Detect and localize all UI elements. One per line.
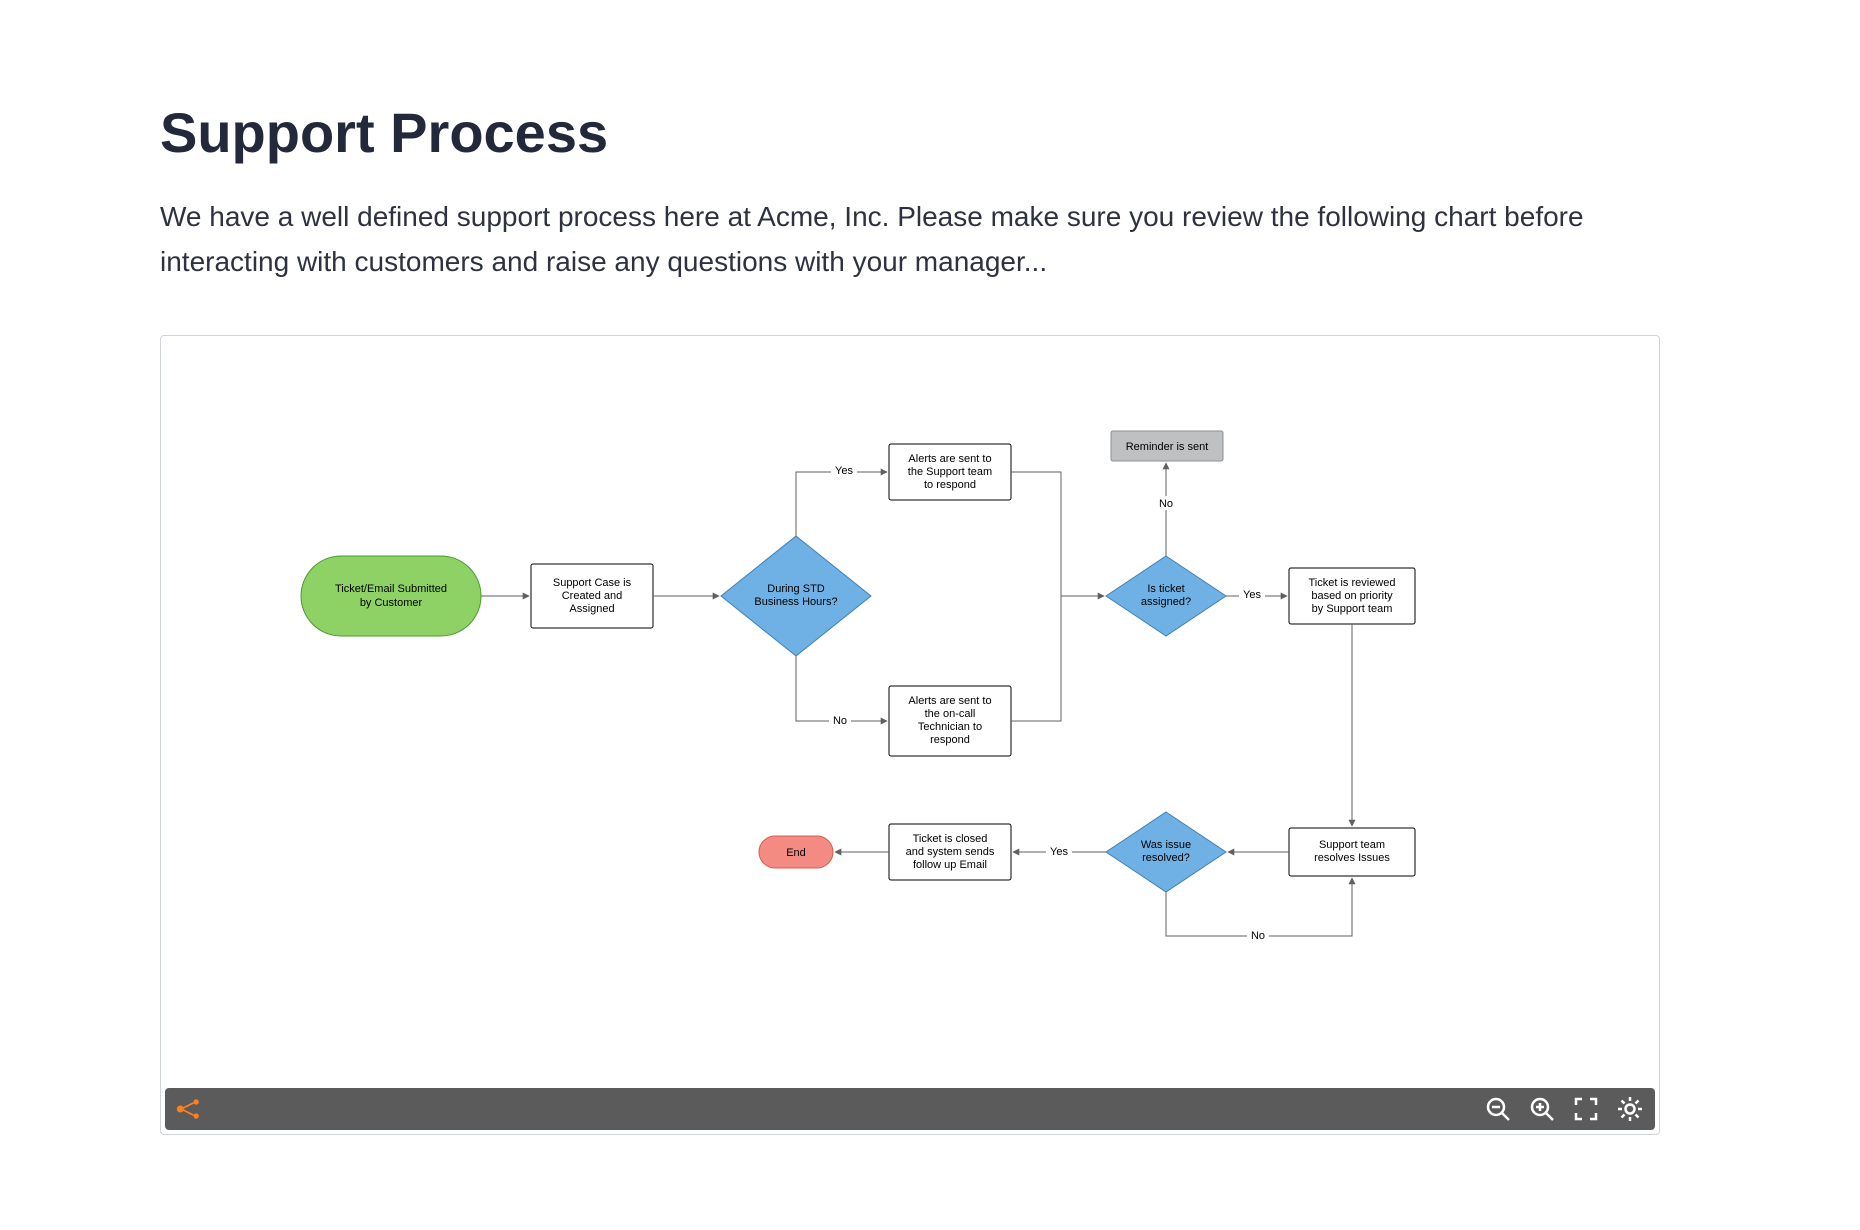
node-alerts-support-line2: the Support team xyxy=(908,466,992,478)
edge-std-yes xyxy=(796,472,887,536)
edge-wasresolved-no xyxy=(1166,878,1352,936)
node-reviewed-line1: Ticket is reviewed xyxy=(1308,577,1395,589)
page-root: Support Process We have a well defined s… xyxy=(0,0,1860,1230)
node-reminder[interactable]: Reminder is sent xyxy=(1111,431,1223,461)
node-case-created-line2: Created and xyxy=(562,590,623,602)
node-start-line2: by Customer xyxy=(360,597,423,609)
node-reminder-line1: Reminder is sent xyxy=(1126,441,1209,453)
node-alerts-oncall-line2: the on-call xyxy=(925,708,976,720)
node-reviewed[interactable]: Ticket is reviewed based on priority by … xyxy=(1289,568,1415,624)
node-closed-line1: Ticket is closed xyxy=(913,833,988,845)
node-case-created-line3: Assigned xyxy=(569,603,614,615)
node-alerts-oncall-line4: respond xyxy=(930,734,970,746)
node-case-created[interactable]: Support Case is Created and Assigned xyxy=(531,564,653,628)
zoom-out-icon[interactable] xyxy=(1483,1094,1513,1124)
edge-assigned-yes-label: Yes xyxy=(1243,589,1261,601)
node-alerts-support-line3: to respond xyxy=(924,479,976,491)
diagram-frame: Ticket/Email Submitted by Customer Suppo… xyxy=(160,335,1660,1135)
node-reviewed-line2: based on priority xyxy=(1311,590,1393,602)
node-end[interactable]: End xyxy=(759,836,833,868)
node-resolves[interactable]: Support team resolves Issues xyxy=(1289,828,1415,876)
node-closed-line2: and system sends xyxy=(906,846,995,858)
diagram-toolbar xyxy=(165,1088,1655,1130)
node-alerts-oncall-line3: Technician to xyxy=(918,721,982,733)
node-start[interactable]: Ticket/Email Submitted by Customer xyxy=(301,556,481,636)
edge-wasresolved-no-label: No xyxy=(1251,930,1265,942)
node-was-resolved[interactable]: Was issue resolved? xyxy=(1106,812,1226,892)
node-resolves-line1: Support team xyxy=(1319,839,1385,851)
edge-std-no-label: No xyxy=(833,715,847,727)
node-is-assigned-line1: Is ticket xyxy=(1147,583,1184,595)
node-std-hours[interactable]: During STD Business Hours? xyxy=(721,536,871,656)
node-resolves-line2: resolves Issues xyxy=(1314,852,1390,864)
fullscreen-icon[interactable] xyxy=(1571,1094,1601,1124)
share-icon[interactable] xyxy=(175,1094,205,1124)
edge-alerts-support-assigned xyxy=(1011,472,1104,596)
diagram-canvas[interactable]: Ticket/Email Submitted by Customer Suppo… xyxy=(161,336,1659,1084)
node-was-resolved-line2: resolved? xyxy=(1142,852,1190,864)
edge-std-yes-label: Yes xyxy=(835,465,853,477)
page-intro: We have a well defined support process h… xyxy=(160,195,1660,285)
node-is-assigned-line2: assigned? xyxy=(1141,596,1191,608)
node-std-hours-line2: Business Hours? xyxy=(754,596,837,608)
node-closed-line3: follow up Email xyxy=(913,859,987,871)
node-alerts-support[interactable]: Alerts are sent to the Support team to r… xyxy=(889,444,1011,500)
node-start-line1: Ticket/Email Submitted xyxy=(335,583,447,595)
edge-std-no xyxy=(796,656,887,721)
node-case-created-line1: Support Case is xyxy=(553,577,632,589)
edge-alerts-oncall-join xyxy=(1011,596,1061,721)
zoom-in-icon[interactable] xyxy=(1527,1094,1557,1124)
node-reviewed-line3: by Support team xyxy=(1312,603,1393,615)
node-closed[interactable]: Ticket is closed and system sends follow… xyxy=(889,824,1011,880)
gear-icon[interactable] xyxy=(1615,1094,1645,1124)
edge-wasresolved-yes-label: Yes xyxy=(1050,846,1068,858)
node-end-line1: End xyxy=(786,847,806,859)
node-alerts-support-line1: Alerts are sent to xyxy=(908,453,991,465)
node-is-assigned[interactable]: Is ticket assigned? xyxy=(1106,556,1226,636)
node-alerts-oncall-line1: Alerts are sent to xyxy=(908,695,991,707)
node-alerts-oncall[interactable]: Alerts are sent to the on-call Technicia… xyxy=(889,686,1011,756)
page-title: Support Process xyxy=(160,100,1700,165)
node-was-resolved-line1: Was issue xyxy=(1141,839,1191,851)
node-std-hours-line1: During STD xyxy=(767,583,825,595)
edge-assigned-no-label: No xyxy=(1159,498,1173,510)
